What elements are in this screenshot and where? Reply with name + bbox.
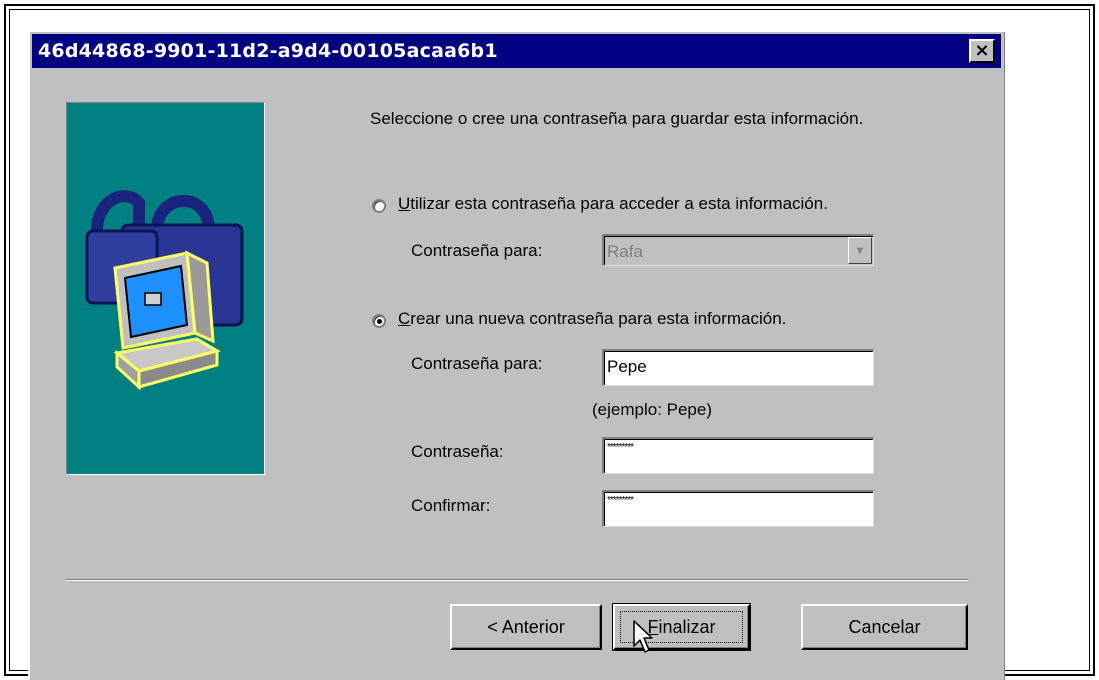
- instruction-text: Seleccione o cree una contraseña para gu…: [370, 109, 864, 128]
- cancel-button[interactable]: Cancelar: [801, 604, 968, 650]
- close-icon: ×: [974, 40, 990, 61]
- confirm-password-input[interactable]: *********: [602, 490, 874, 527]
- password-wizard-dialog: 46d44868-9901-11d2-a9d4-00105acaa6b1 × S…: [28, 30, 1005, 680]
- close-button[interactable]: ×: [969, 39, 995, 63]
- password-for-input[interactable]: Pepe: [602, 349, 874, 386]
- existing-password-for-label: Contraseña para:: [411, 241, 543, 260]
- radio-selected-dot: [377, 319, 382, 324]
- radio-new-label[interactable]: Crear una nueva contraseña para esta inf…: [398, 309, 786, 329]
- password-label: Contraseña:: [411, 442, 504, 461]
- window-title: 46d44868-9901-11d2-a9d4-00105acaa6b1: [38, 40, 498, 62]
- existing-password-dropdown[interactable]: Rafa ▼: [602, 234, 874, 266]
- example-hint: (ejemplo: Pepe): [592, 400, 713, 419]
- radio-existing-password[interactable]: [372, 199, 386, 213]
- wizard-illustration: [66, 102, 265, 475]
- mouse-pointer-icon: [633, 620, 653, 653]
- existing-password-value: Rafa: [607, 242, 643, 261]
- computer-icon: [113, 250, 221, 391]
- password-input[interactable]: *********: [602, 437, 874, 474]
- dropdown-arrow-icon[interactable]: ▼: [848, 237, 872, 264]
- new-password-for-label: Contraseña para:: [411, 354, 543, 373]
- back-button[interactable]: < Anterior: [450, 604, 602, 650]
- confirm-label: Confirmar:: [411, 496, 491, 515]
- button-separator: [66, 579, 969, 581]
- radio-existing-label[interactable]: Utilizar esta contraseña para acceder a …: [398, 194, 828, 214]
- title-bar[interactable]: 46d44868-9901-11d2-a9d4-00105acaa6b1 ×: [32, 34, 1001, 68]
- radio-new-password[interactable]: [372, 314, 386, 328]
